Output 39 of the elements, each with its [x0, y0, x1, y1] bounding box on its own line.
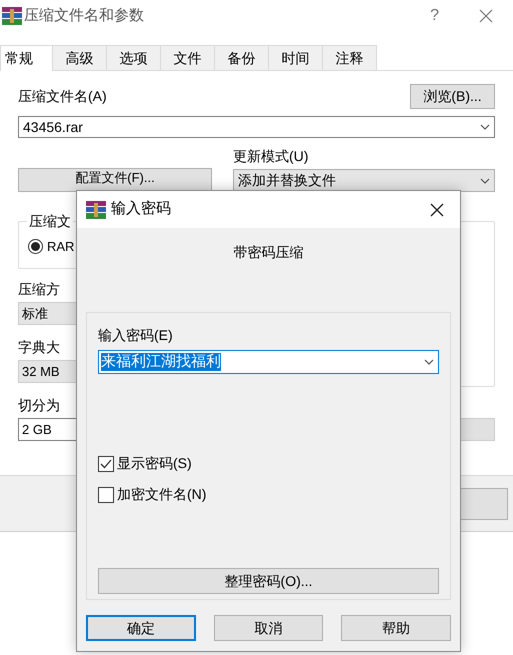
- field-label: 字典大: [18, 338, 61, 357]
- tab[interactable]: 注释: [323, 45, 377, 70]
- help-button[interactable]: ?: [430, 4, 439, 28]
- checkbox[interactable]: [98, 486, 114, 502]
- dialog-heading: 带密码压缩: [234, 243, 304, 262]
- dialog-button[interactable]: 取消: [214, 615, 324, 641]
- dialog-title: 输入密码: [111, 199, 171, 220]
- tab[interactable]: 时间: [269, 45, 323, 70]
- chevron-down-icon: [480, 178, 490, 184]
- tab[interactable]: 文件: [161, 45, 215, 70]
- tab[interactable]: 备份: [215, 45, 269, 70]
- dialog-button[interactable]: 帮助: [341, 615, 452, 641]
- organize-passwords-button[interactable]: 整理密码(O)...: [98, 568, 439, 594]
- close-icon[interactable]: [430, 202, 444, 216]
- radio-label: RAR: [47, 238, 74, 256]
- dialog-button[interactable]: 确定: [86, 615, 196, 641]
- field-label: 输入密码(E): [98, 326, 174, 345]
- password-field[interactable]: 来福利江湖找福利: [98, 350, 439, 374]
- checkbox-label: 显示密码(S): [117, 454, 192, 473]
- chevron-down-icon: [480, 124, 490, 130]
- group-label: 压缩文: [27, 212, 73, 230]
- books-icon: [2, 7, 22, 25]
- tab[interactable]: 高级: [53, 45, 107, 70]
- update-mode-combo[interactable]: 添加并替换文件: [233, 169, 495, 192]
- checkbox-label: 加密文件名(N): [117, 485, 206, 504]
- checkbox[interactable]: [98, 456, 114, 472]
- tab[interactable]: 选项: [107, 45, 161, 70]
- books-icon: [86, 200, 106, 218]
- browse-button[interactable]: 浏览(B)...: [410, 84, 495, 109]
- field-label: 压缩方: [18, 280, 61, 299]
- field-label: 更新模式(U): [233, 147, 310, 166]
- profiles-button[interactable]: 配置文件(F)...: [18, 168, 212, 192]
- tab[interactable]: 常规: [0, 45, 53, 71]
- chevron-down-icon: [424, 359, 434, 365]
- field-label: 压缩文件名(A): [18, 87, 107, 106]
- radio-button[interactable]: [28, 239, 43, 254]
- field-label: 切分为: [18, 396, 61, 415]
- window-title: 压缩文件名和参数: [24, 6, 144, 26]
- archive-name-combo[interactable]: 43456.rar: [18, 116, 495, 138]
